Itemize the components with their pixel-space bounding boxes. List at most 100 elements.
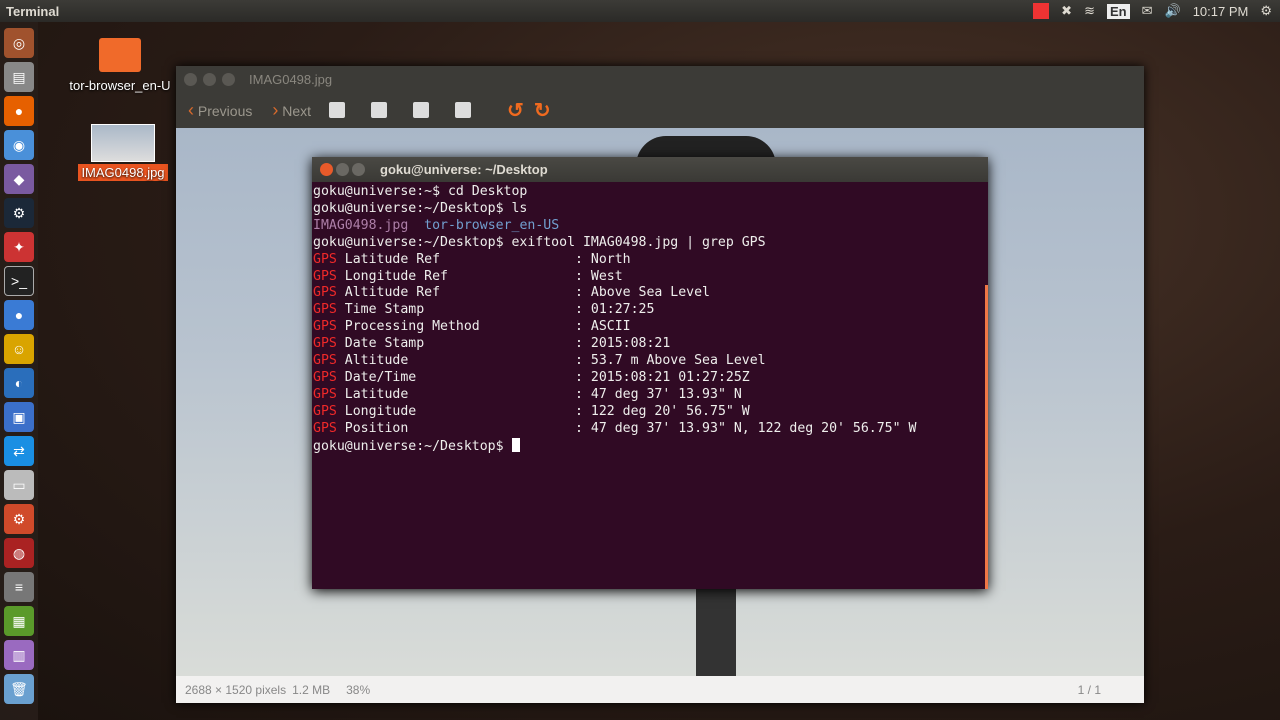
settings-icon[interactable]: ⚙ bbox=[4, 504, 34, 534]
desktop-icon-tor-browser[interactable]: tor-browser_en-U bbox=[64, 38, 176, 93]
folder-icon bbox=[99, 38, 141, 72]
gps-label: Date/Time : bbox=[336, 369, 591, 385]
gps-value: 47 deg 37' 13.93" N, 122 deg 20' 56.75" … bbox=[590, 420, 917, 436]
window-title: IMAG0498.jpg bbox=[249, 71, 333, 87]
gps-value: ASCII bbox=[590, 319, 631, 335]
zoom-in-button[interactable] bbox=[329, 102, 346, 118]
gps-row: GPS Altitude : 53.7 m Above Sea Level bbox=[313, 353, 987, 370]
gps-label: Date Stamp : bbox=[336, 336, 591, 352]
page-indicator: 1 / 1 bbox=[1077, 682, 1101, 697]
terminal-icon[interactable]: >_ bbox=[4, 266, 34, 296]
gps-prefix: GPS bbox=[313, 386, 337, 402]
app-icon[interactable]: ≡ bbox=[4, 572, 34, 602]
terminal-line: goku@universe:~/Desktop$ exiftool IMAG04… bbox=[313, 234, 766, 250]
zoom-out-button[interactable] bbox=[371, 102, 388, 118]
terminal-line: IMAG0498.jpg tor-browser_en-US bbox=[313, 218, 987, 235]
maximize-button[interactable] bbox=[222, 72, 235, 86]
wifi-icon[interactable]: ≋ bbox=[1084, 3, 1095, 19]
app-title: Terminal bbox=[6, 3, 60, 19]
maximize-button[interactable] bbox=[352, 163, 365, 176]
gps-row: GPS Latitude Ref : North bbox=[313, 252, 987, 269]
gps-value: 53.7 m Above Sea Level bbox=[590, 353, 766, 369]
firefox-icon[interactable]: ● bbox=[4, 96, 34, 126]
keyboard-layout-indicator[interactable]: En bbox=[1106, 3, 1130, 19]
terminal-output[interactable]: goku@universe:~$ cd Desktop goku@universe… bbox=[312, 182, 988, 458]
gps-prefix: GPS bbox=[313, 302, 337, 318]
app-icon[interactable]: ☺ bbox=[4, 334, 34, 364]
gps-label: Time Stamp : bbox=[336, 302, 591, 318]
gps-label: Altitude : bbox=[336, 353, 591, 369]
next-label: Next bbox=[282, 102, 312, 119]
app-icon[interactable]: ◆ bbox=[4, 164, 34, 194]
virtualbox-icon[interactable]: ▣ bbox=[4, 402, 34, 432]
gps-prefix: GPS bbox=[313, 369, 337, 385]
gps-prefix: GPS bbox=[313, 268, 337, 284]
notification-indicator-icon[interactable] bbox=[1033, 3, 1050, 19]
gps-label: Processing Method : bbox=[336, 319, 591, 335]
drive-icon[interactable]: ▭ bbox=[4, 470, 34, 500]
terminal-title: goku@universe: ~/Desktop bbox=[380, 162, 548, 177]
zoom-level: 38% bbox=[346, 682, 371, 697]
previous-button[interactable]: ‹ Previous bbox=[188, 100, 252, 121]
scrollbar[interactable] bbox=[985, 285, 988, 589]
gps-prefix: GPS bbox=[313, 285, 337, 301]
trash-icon[interactable]: 🗑 bbox=[4, 674, 34, 704]
steam-icon[interactable]: ⚙ bbox=[4, 198, 34, 228]
image-dimensions: 2688 × 1520 pixels bbox=[185, 682, 287, 697]
desktop-icon-image[interactable]: IMAG0498.jpg bbox=[76, 124, 170, 181]
space-needle-base bbox=[696, 588, 736, 676]
launcher: ◎ ▤ ● ◉ ◆ ⚙ ✦ >_ ● ☺ ◐ ▣ ⇄ ▭ ⚙ ◍ ≡ ▦ ▥ 🗑 bbox=[0, 22, 38, 720]
minimize-button[interactable] bbox=[203, 72, 216, 86]
app-icon[interactable]: ● bbox=[4, 300, 34, 330]
close-button[interactable] bbox=[184, 72, 197, 86]
app-icon[interactable]: ▥ bbox=[4, 640, 34, 670]
mail-icon[interactable]: ✉ bbox=[1142, 3, 1153, 19]
gps-row: GPS Date Stamp : 2015:08:21 bbox=[313, 336, 987, 353]
gps-label: Latitude : bbox=[336, 386, 591, 402]
cursor bbox=[511, 437, 520, 452]
app-icon[interactable]: ✦ bbox=[4, 232, 34, 262]
desktop-icon-label: IMAG0498.jpg bbox=[78, 164, 168, 181]
next-button[interactable]: › Next bbox=[272, 100, 311, 121]
terminal-window[interactable]: goku@universe: ~/Desktop goku@universe:~… bbox=[312, 157, 988, 589]
gps-prefix: GPS bbox=[313, 353, 337, 369]
volume-icon[interactable]: 🔊 bbox=[1165, 3, 1181, 19]
gps-prefix: GPS bbox=[313, 403, 337, 419]
terminal-line: goku@universe:~/Desktop$ ls bbox=[313, 200, 528, 216]
gps-value: 2015:08:21 bbox=[590, 336, 671, 352]
chevron-left-icon: ‹ bbox=[188, 99, 194, 120]
settings-gear-icon[interactable]: ⚙ bbox=[1260, 3, 1272, 19]
close-button[interactable] bbox=[320, 163, 333, 176]
previous-label: Previous bbox=[197, 102, 253, 119]
app-icon[interactable]: ◐ bbox=[4, 368, 34, 398]
ls-directory: tor-browser_en-US bbox=[424, 217, 560, 233]
app-icon[interactable]: ◍ bbox=[4, 538, 34, 568]
top-panel: Terminal ✖ ≋ En ✉ 🔊 10:17 PM ⚙ bbox=[0, 0, 1280, 22]
best-fit-button[interactable] bbox=[455, 102, 472, 118]
dropbox-icon[interactable]: ✖ bbox=[1061, 3, 1072, 19]
clock[interactable]: 10:17 PM bbox=[1193, 4, 1249, 19]
minimize-button[interactable] bbox=[336, 163, 349, 176]
gps-row: GPS Time Stamp : 01:27:25 bbox=[313, 302, 987, 319]
normal-size-button[interactable] bbox=[413, 102, 430, 118]
image-thumbnail-icon bbox=[91, 124, 155, 162]
terminal-line: goku@universe:~$ cd Desktop bbox=[313, 184, 528, 199]
gps-row: GPS Longitude Ref : West bbox=[313, 269, 987, 286]
terminal-line: goku@universe:~/Desktop$ bbox=[313, 437, 987, 456]
gps-prefix: GPS bbox=[313, 251, 337, 267]
gps-row: GPS Date/Time : 2015:08:21 01:27:25Z bbox=[313, 370, 987, 387]
gps-row: GPS Altitude Ref : Above Sea Level bbox=[313, 285, 987, 302]
chromium-icon[interactable]: ◉ bbox=[4, 130, 34, 160]
gps-row: GPS Latitude : 47 deg 37' 13.93" N bbox=[313, 387, 987, 404]
rotate-right-button[interactable]: ↻ bbox=[534, 98, 551, 123]
gps-label: Longitude Ref : bbox=[336, 268, 591, 284]
dash-icon[interactable]: ◎ bbox=[4, 28, 34, 58]
teamviewer-icon[interactable]: ⇄ bbox=[4, 436, 34, 466]
app-icon[interactable]: ▦ bbox=[4, 606, 34, 636]
files-icon[interactable]: ▤ bbox=[4, 62, 34, 92]
gps-value: 47 deg 37' 13.93" N bbox=[590, 386, 742, 402]
gps-value: 2015:08:21 01:27:25Z bbox=[590, 369, 750, 385]
rotate-left-button[interactable]: ↺ bbox=[507, 98, 524, 123]
gps-value: 01:27:25 bbox=[590, 302, 655, 318]
gps-value: North bbox=[590, 251, 631, 267]
